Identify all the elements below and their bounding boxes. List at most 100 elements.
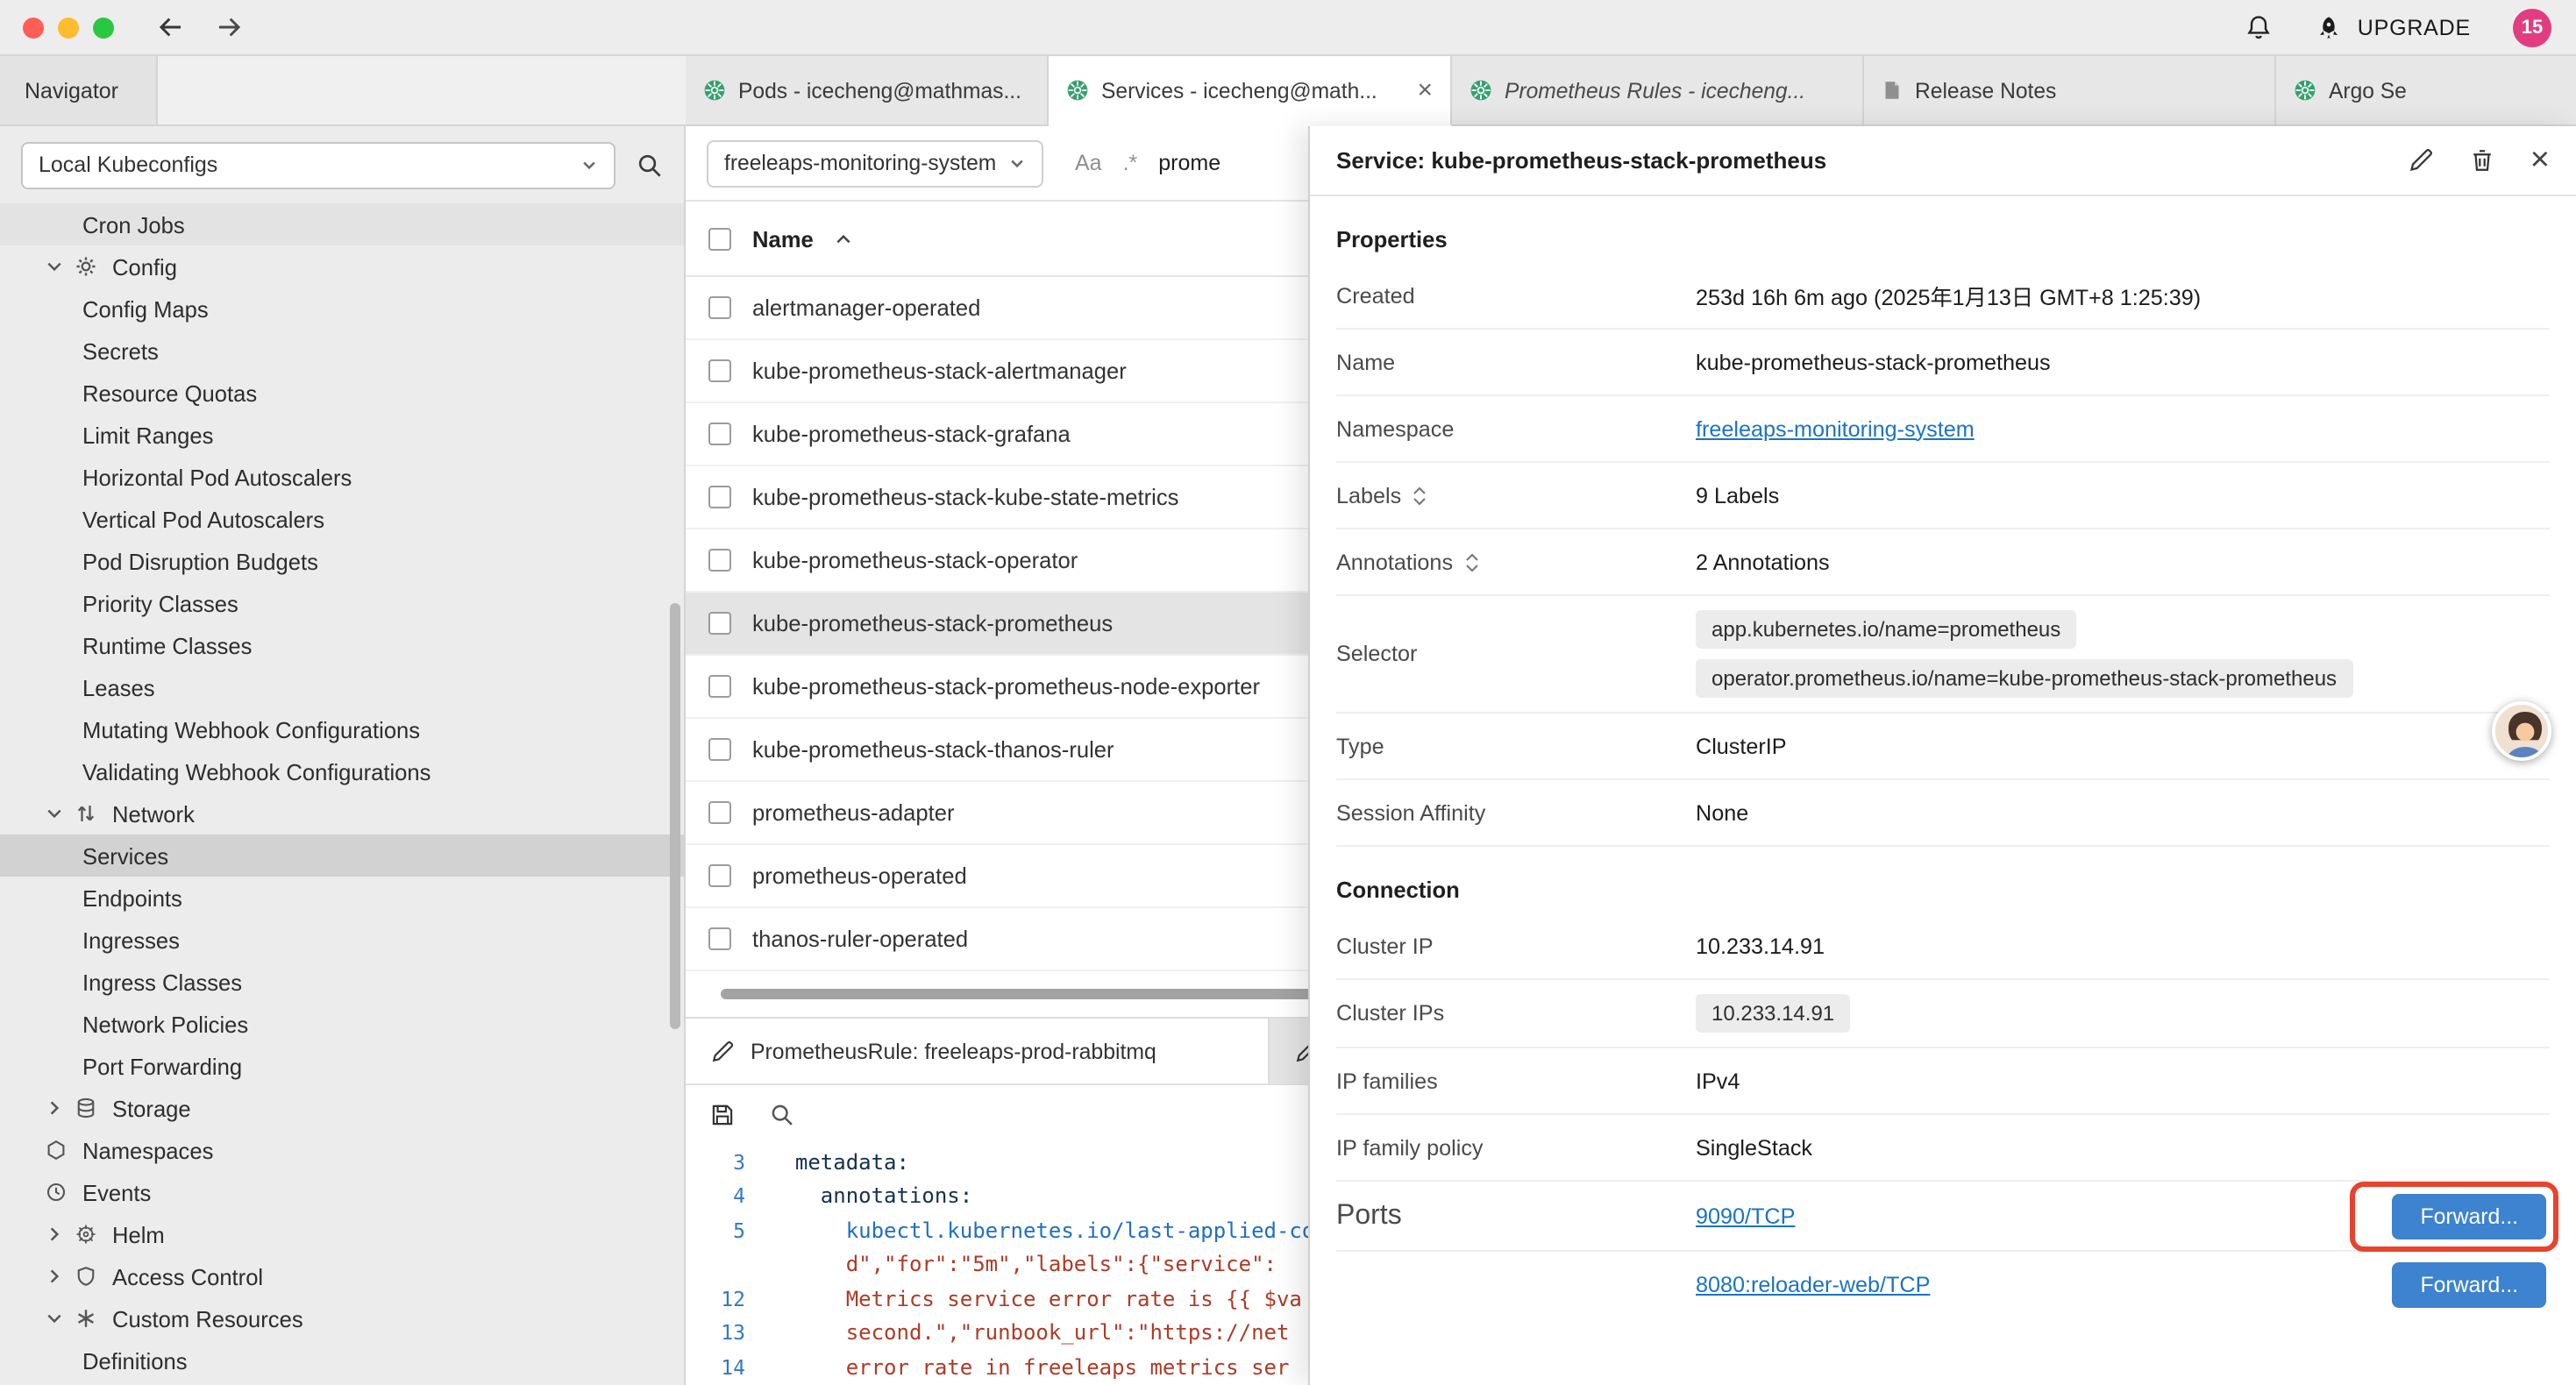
row-checkbox[interactable]	[708, 738, 731, 761]
search-input[interactable]: prome	[1158, 151, 1220, 175]
property-label: Selector	[1336, 642, 1696, 666]
sidebar-item-priority-classes[interactable]: Priority Classes	[0, 582, 684, 624]
sidebar-item-storage[interactable]: Storage	[0, 1087, 684, 1129]
sidebar-item-label: Resource Quotas	[82, 380, 257, 406]
row-checkbox[interactable]	[708, 359, 731, 382]
sidebar-item-config-maps[interactable]: Config Maps	[0, 288, 684, 330]
port-row: Ports9090/TCPForward...	[1336, 1182, 2550, 1250]
tab-services-icecheng-math[interactable]: Services - icecheng@math... ×	[1049, 56, 1452, 126]
chevron-down-icon[interactable]	[46, 1310, 75, 1327]
upgrade-button[interactable]: UPGRADE	[2316, 13, 2471, 41]
row-checkbox[interactable]	[708, 927, 731, 950]
row-checkbox[interactable]	[708, 612, 731, 635]
match-case-button[interactable]: Aa	[1075, 151, 1102, 175]
sidebar-item-horizontal-pod-autoscalers[interactable]: Horizontal Pod Autoscalers	[0, 456, 684, 498]
property-row: Annotations2 Annotations	[1336, 529, 2550, 596]
chevron-right-icon[interactable]	[46, 1225, 75, 1243]
sidebar-item-mutating-webhook-configurations[interactable]: Mutating Webhook Configurations	[0, 708, 684, 750]
line-number: 5	[686, 1218, 745, 1243]
edit-icon[interactable]	[2408, 147, 2434, 174]
sidebar-scrollbar[interactable]	[670, 603, 680, 1029]
forward-button[interactable]: Forward...	[2392, 1193, 2546, 1239]
property-value: None	[1696, 800, 1748, 825]
forward-icon[interactable]	[214, 12, 244, 42]
sidebar-item-port-forwarding[interactable]: Port Forwarding	[0, 1045, 684, 1087]
row-checkbox[interactable]	[708, 296, 731, 319]
sidebar-item-cron-jobs[interactable]: Cron Jobs	[0, 203, 684, 245]
close-icon[interactable]: ×	[2530, 144, 2550, 177]
avatar[interactable]	[2492, 701, 2551, 761]
row-checkbox[interactable]	[708, 423, 731, 445]
sidebar-item-label: Secrets	[82, 337, 159, 364]
sidebar-item-runtime-classes[interactable]: Runtime Classes	[0, 624, 684, 666]
forward-button[interactable]: Forward...	[2392, 1262, 2546, 1308]
notification-badge[interactable]: 15	[2513, 8, 2551, 46]
tab-label: Release Notes	[1915, 78, 2056, 103]
regex-button[interactable]: .*	[1123, 151, 1138, 175]
details-drawer: Service: kube-prometheus-stack-prometheu…	[1308, 126, 2576, 1385]
select-all-checkbox[interactable]	[708, 227, 731, 250]
row-checkbox[interactable]	[708, 549, 731, 572]
trash-icon[interactable]	[2469, 147, 2495, 174]
sidebar-item-network[interactable]: Network	[0, 792, 684, 835]
sidebar-item-definitions[interactable]: Definitions	[0, 1339, 684, 1381]
port-link[interactable]: 9090/TCP	[1696, 1204, 1795, 1228]
kubernetes-icon	[1469, 79, 1492, 102]
section-title-connection: Connection	[1336, 877, 2550, 903]
sidebar-item-leases[interactable]: Leases	[0, 666, 684, 708]
sidebar-item-access-control[interactable]: Access Control	[0, 1255, 684, 1297]
sidebar-item-endpoints[interactable]: Endpoints	[0, 877, 684, 919]
sidebar-item-limit-ranges[interactable]: Limit Ranges	[0, 414, 684, 456]
navigator-sidebar: Local Kubeconfigs Cron JobsConfigConfig …	[0, 126, 686, 1385]
back-icon[interactable]	[156, 12, 186, 42]
sidebar-item-namespaces[interactable]: Namespaces	[0, 1129, 684, 1171]
sidebar-item-secrets[interactable]: Secrets	[0, 330, 684, 372]
editor-search-icon[interactable]	[770, 1103, 794, 1127]
sidebar-item-ingress-classes[interactable]: Ingress Classes	[0, 961, 684, 1003]
row-checkbox[interactable]	[708, 675, 731, 698]
property-label: Annotations	[1336, 550, 1453, 574]
row-checkbox[interactable]	[708, 864, 731, 887]
chevron-right-icon[interactable]	[46, 1099, 75, 1117]
sidebar-item-pod-disruption-budgets[interactable]: Pod Disruption Budgets	[0, 540, 684, 582]
tab-close-icon[interactable]: ×	[1417, 77, 1433, 103]
sidebar-item-network-policies[interactable]: Network Policies	[0, 1003, 684, 1045]
name-column-header[interactable]: Name	[752, 225, 814, 252]
tab-pods-icecheng-mathmas[interactable]: Pods - icecheng@mathmas...	[686, 56, 1049, 126]
row-checkbox[interactable]	[708, 486, 731, 508]
tab-argo-se[interactable]: Argo Se	[2276, 56, 2576, 126]
line-number: 13	[686, 1321, 745, 1346]
helm-icon	[75, 1224, 112, 1245]
sidebar-item-vertical-pod-autoscalers[interactable]: Vertical Pod Autoscalers	[0, 498, 684, 540]
chevron-down-icon[interactable]	[46, 258, 75, 275]
row-checkbox[interactable]	[708, 801, 731, 824]
close-window-button[interactable]	[23, 17, 44, 38]
sidebar-item-config[interactable]: Config	[0, 245, 684, 288]
sidebar-item-helm[interactable]: Helm	[0, 1213, 684, 1255]
chevron-down-icon[interactable]	[46, 805, 75, 822]
bell-icon[interactable]	[2245, 13, 2274, 41]
sidebar-item-events[interactable]: Events	[0, 1171, 684, 1213]
sidebar-item-ingresses[interactable]: Ingresses	[0, 919, 684, 961]
dock-tab-prometheusrule[interactable]: PrometheusRule: freeleaps-prod-rabbitmq	[686, 1019, 1270, 1083]
sidebar-item-validating-webhook-configurations[interactable]: Validating Webhook Configurations	[0, 750, 684, 792]
sidebar-search-icon[interactable]	[637, 152, 663, 178]
shield-icon	[75, 1266, 112, 1287]
minimize-window-button[interactable]	[58, 17, 79, 38]
port-link[interactable]: 8080:reloader-web/TCP	[1696, 1273, 1930, 1297]
drawer-body: PropertiesCreated253d 16h 6m ago (2025年1…	[1310, 196, 2576, 1318]
property-value: SingleStack	[1696, 1135, 1812, 1160]
namespace-filter[interactable]: freeleaps-monitoring-system	[707, 139, 1043, 187]
chevron-right-icon[interactable]	[46, 1268, 75, 1285]
sidebar-item-resource-quotas[interactable]: Resource Quotas	[0, 372, 684, 414]
kubeconfig-selector[interactable]: Local Kubeconfigs	[21, 141, 616, 188]
tab-label: Services - icecheng@math...	[1101, 78, 1377, 103]
save-icon[interactable]	[710, 1103, 735, 1127]
zoom-window-button[interactable]	[93, 17, 114, 38]
tab-prometheus-rules-icecheng[interactable]: Prometheus Rules - icecheng...	[1452, 56, 1864, 126]
tab-release-notes[interactable]: Release Notes	[1864, 56, 2276, 126]
code-text: annotations:	[745, 1184, 972, 1209]
sidebar-item-custom-resources[interactable]: Custom Resources	[0, 1297, 684, 1339]
sidebar-item-services[interactable]: Services	[0, 835, 684, 877]
namespace-link[interactable]: freeleaps-monitoring-system	[1696, 416, 1975, 441]
